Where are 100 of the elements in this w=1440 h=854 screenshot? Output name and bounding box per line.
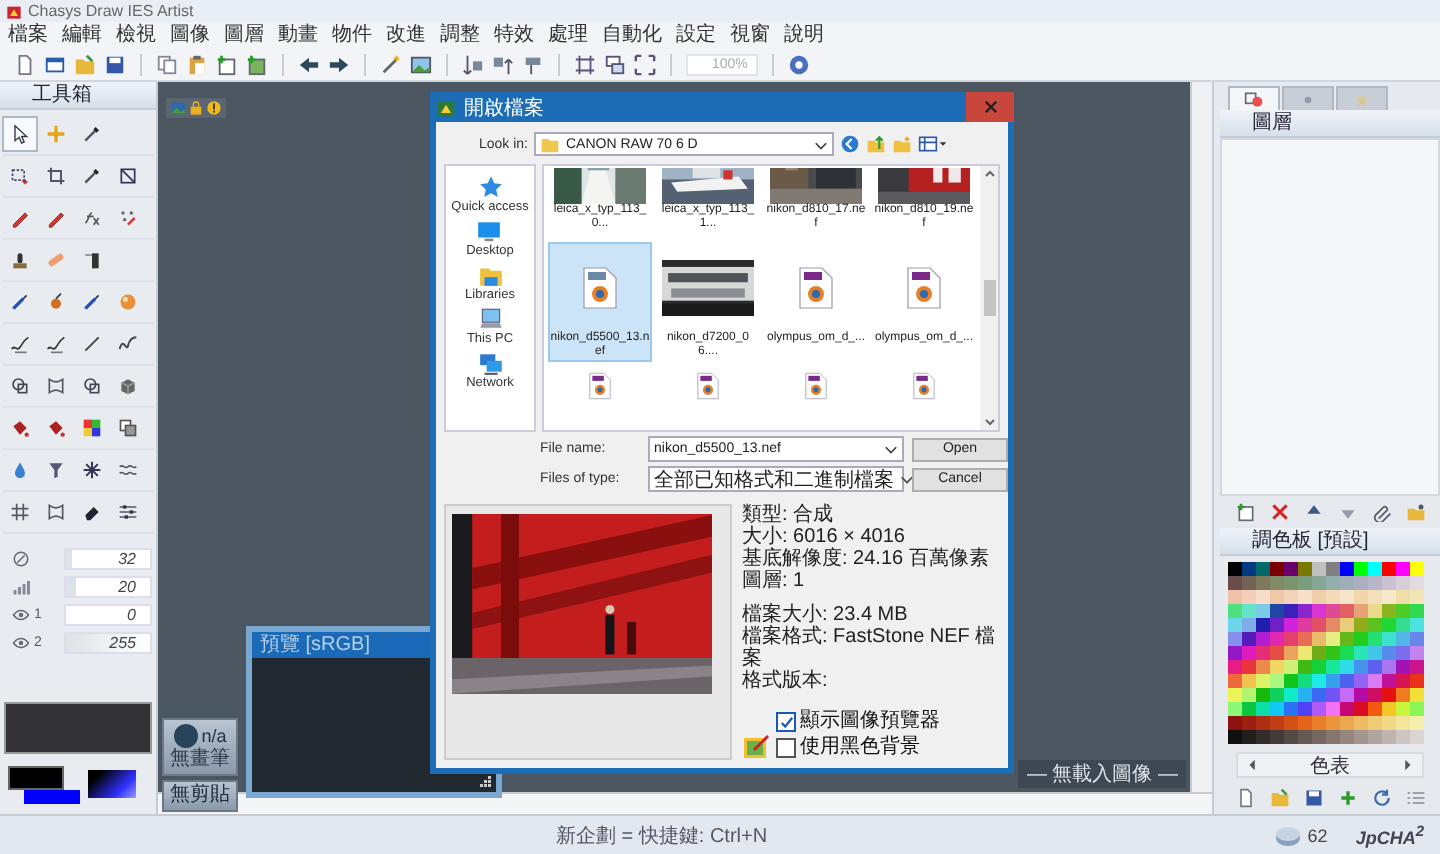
- eye-icon: [12, 633, 30, 651]
- paperclip-icon[interactable]: [1371, 502, 1391, 522]
- foreground-color-swatch[interactable]: [8, 766, 64, 790]
- add-image-icon[interactable]: [246, 53, 268, 75]
- scroll-up-icon[interactable]: [981, 166, 997, 182]
- new-file-icon[interactable]: [14, 53, 36, 75]
- right-arrow-icon[interactable]: [1400, 758, 1414, 772]
- menu-item[interactable]: 自動化: [602, 23, 662, 47]
- lock-icon[interactable]: [188, 100, 204, 116]
- menu-item[interactable]: 物件: [332, 23, 372, 47]
- number-field[interactable]: 255: [64, 631, 152, 653]
- menu-item[interactable]: 改進: [386, 23, 426, 47]
- delete-icon[interactable]: [1269, 502, 1289, 522]
- menu-item[interactable]: 檢視: [116, 23, 156, 47]
- expand-icon[interactable]: [634, 53, 656, 75]
- image-edit-icon: [742, 732, 770, 760]
- checkbox[interactable]: 使用黑色背景: [776, 736, 940, 760]
- info-text: 檔案大小: 23.4 MB: [742, 604, 908, 626]
- wand-icon[interactable]: [380, 53, 402, 75]
- info-text: 格式版本:: [742, 670, 828, 692]
- info-text: 基底解像度: 24.16 百萬像素: [742, 548, 989, 570]
- layer-down-icon[interactable]: [462, 53, 484, 75]
- menu-item[interactable]: 處理: [548, 23, 588, 47]
- left-arrow-icon[interactable]: [1246, 758, 1260, 772]
- status-hint: 新企劃 = 快捷鍵: Ctrl+N: [556, 823, 768, 849]
- background-color-swatch[interactable]: [24, 790, 80, 804]
- window-icon[interactable]: [44, 53, 66, 75]
- save-icon[interactable]: [1303, 788, 1323, 808]
- menu-item[interactable]: 圖層: [224, 23, 264, 47]
- number-field[interactable]: 0: [64, 603, 152, 625]
- crop-icon: [46, 166, 66, 186]
- paste-icon[interactable]: [186, 53, 208, 75]
- scrollbar[interactable]: [1190, 82, 1212, 792]
- checkbox[interactable]: 顯示圖像預覽器: [776, 710, 940, 734]
- line-icon: [82, 334, 102, 354]
- open-folder-icon[interactable]: [74, 53, 96, 75]
- layer-up-icon[interactable]: [492, 53, 514, 75]
- save-icon[interactable]: [104, 53, 126, 75]
- add-icon[interactable]: [1337, 788, 1357, 808]
- menu-item[interactable]: 圖像: [170, 23, 210, 47]
- hash-icon: [10, 502, 30, 522]
- scroll-down-icon[interactable]: [981, 414, 997, 430]
- image-icon[interactable]: [410, 53, 432, 75]
- screens-icon[interactable]: [604, 53, 626, 75]
- checkmark-icon: [779, 715, 793, 729]
- color-palette[interactable]: [1228, 562, 1424, 744]
- brush-icon: [82, 292, 102, 312]
- flag-icon[interactable]: [522, 53, 544, 75]
- new-layer-icon[interactable]: [216, 53, 238, 75]
- bucket-icon: [46, 418, 66, 438]
- scrollbar[interactable]: [980, 166, 998, 430]
- panel-tab[interactable]: [1228, 86, 1280, 110]
- gradient-swatch[interactable]: [88, 770, 136, 798]
- wave-icon: [118, 460, 138, 480]
- menu-item[interactable]: 檔案: [8, 23, 48, 47]
- panel-header: 圖層: [1220, 110, 1440, 138]
- menu-item[interactable]: 編輯: [62, 23, 102, 47]
- scroll-thumb[interactable]: [983, 280, 995, 316]
- warning-icon[interactable]: [206, 100, 222, 116]
- star-icon: [477, 174, 503, 200]
- brush-button[interactable]: n/a 無畫筆: [162, 718, 238, 776]
- scatter-icon: [118, 208, 138, 228]
- shapes-icon: [10, 376, 30, 396]
- raw-file-icon: [904, 266, 944, 310]
- folder-icon[interactable]: [1405, 502, 1425, 522]
- arrow-right-icon[interactable]: [328, 53, 350, 75]
- help-icon[interactable]: [787, 53, 810, 75]
- menu-item[interactable]: 特效: [494, 23, 534, 47]
- warp-icon: [46, 502, 66, 522]
- burst-icon: [82, 460, 102, 480]
- palette-selector[interactable]: 色表: [1236, 752, 1424, 778]
- open-folder-icon[interactable]: [1269, 788, 1289, 808]
- new-file-icon[interactable]: [1235, 788, 1255, 808]
- up-folder-icon[interactable]: [866, 134, 886, 154]
- view-menu-icon[interactable]: [918, 134, 948, 154]
- eye-icon: [12, 605, 30, 623]
- tool-button[interactable]: [2, 116, 38, 152]
- new-layer-icon[interactable]: [1235, 502, 1255, 522]
- menu-item[interactable]: 視窗: [730, 23, 770, 47]
- menu-item[interactable]: 說明: [784, 23, 824, 47]
- disk-icon: [1273, 823, 1302, 847]
- menu-item[interactable]: 設定: [676, 23, 716, 47]
- resize-grip-icon[interactable]: [480, 776, 492, 788]
- number-field[interactable]: 20: [64, 575, 152, 597]
- eraser-icon: [82, 502, 102, 522]
- close-button[interactable]: [966, 92, 1014, 122]
- back-icon[interactable]: [840, 134, 860, 154]
- raw-file-icon: [796, 266, 836, 310]
- sphere-icon: [118, 292, 138, 312]
- menu-item[interactable]: 調整: [440, 23, 480, 47]
- refresh-icon[interactable]: [1371, 788, 1391, 808]
- number-field[interactable]: 32: [64, 547, 152, 569]
- frame-icon[interactable]: [574, 53, 596, 75]
- arrow-left-icon[interactable]: [298, 53, 320, 75]
- cube-icon: [118, 376, 138, 396]
- menu-item[interactable]: 動畫: [278, 23, 318, 47]
- bars-icon: [12, 577, 30, 595]
- clipboard-button[interactable]: 無剪貼: [162, 780, 238, 812]
- copy-icon[interactable]: [156, 53, 178, 75]
- star-icon: [1352, 89, 1372, 109]
